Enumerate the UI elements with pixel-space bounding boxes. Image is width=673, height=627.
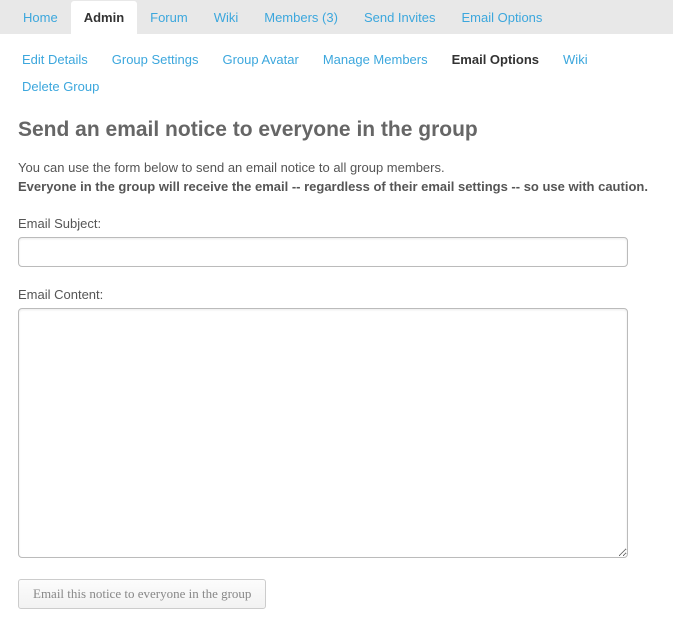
subnav-manage-members[interactable]: Manage Members bbox=[311, 46, 440, 73]
subnav-group-settings[interactable]: Group Settings bbox=[100, 46, 211, 73]
warning-text: Everyone in the group will receive the e… bbox=[18, 179, 655, 194]
page-title: Send an email notice to everyone in the … bbox=[18, 118, 655, 142]
content-area: Send an email notice to everyone in the … bbox=[0, 112, 673, 627]
email-content-textarea[interactable] bbox=[18, 308, 628, 558]
topnav-send-invites[interactable]: Send Invites bbox=[351, 1, 449, 34]
subnav-email-options[interactable]: Email Options bbox=[440, 46, 551, 73]
subnav-group-avatar[interactable]: Group Avatar bbox=[210, 46, 310, 73]
topnav-home[interactable]: Home bbox=[10, 1, 71, 34]
submit-button[interactable]: Email this notice to everyone in the gro… bbox=[18, 579, 266, 609]
topnav-email-options[interactable]: Email Options bbox=[448, 1, 555, 34]
instruction-text: You can use the form below to send an em… bbox=[18, 160, 655, 175]
topnav-members[interactable]: Members (3) bbox=[251, 1, 351, 34]
topnav-wiki[interactable]: Wiki bbox=[201, 1, 252, 34]
topnav-admin[interactable]: Admin bbox=[71, 1, 137, 34]
top-nav: Home Admin Forum Wiki Members (3) Send I… bbox=[0, 0, 673, 34]
topnav-forum[interactable]: Forum bbox=[137, 1, 201, 34]
sub-nav: Edit Details Group Settings Group Avatar… bbox=[0, 34, 673, 112]
email-subject-input[interactable] bbox=[18, 237, 628, 267]
subnav-delete-group[interactable]: Delete Group bbox=[10, 73, 111, 100]
subnav-edit-details[interactable]: Edit Details bbox=[10, 46, 100, 73]
email-subject-label: Email Subject: bbox=[18, 216, 655, 231]
email-content-label: Email Content: bbox=[18, 287, 655, 302]
subnav-wiki[interactable]: Wiki bbox=[551, 46, 600, 73]
